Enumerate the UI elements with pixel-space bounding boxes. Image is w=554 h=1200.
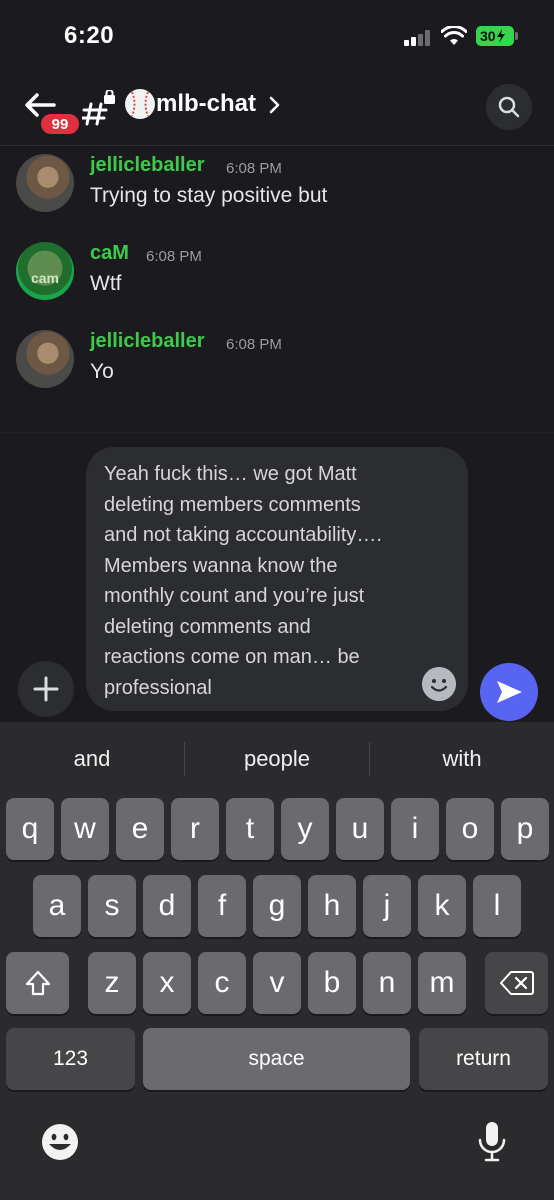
status-bar: 6:20 30: [0, 0, 554, 72]
cellular-signal-icon: [404, 30, 434, 46]
key-x[interactable]: x: [143, 952, 191, 1014]
message-input-line: monthly count and you’re just: [104, 585, 365, 607]
key-j[interactable]: j: [363, 875, 411, 937]
search-icon: [498, 96, 520, 118]
message-text: Wtf: [90, 272, 122, 295]
delete-key[interactable]: [485, 952, 548, 1014]
send-icon: [497, 681, 522, 703]
key-p[interactable]: p: [501, 798, 549, 860]
emoji-picker-icon[interactable]: [422, 667, 456, 701]
shift-key[interactable]: [6, 952, 69, 1014]
message-item[interactable]: jellicleballer 6:08 PM Trying to stay po…: [0, 146, 554, 234]
key-c[interactable]: c: [198, 952, 246, 1014]
message-input-line: reactions come on man… be: [104, 646, 360, 668]
message-timestamp: 6:08 PM: [146, 248, 202, 265]
key-y[interactable]: y: [281, 798, 329, 860]
message-author[interactable]: caM: [90, 242, 129, 265]
key-v[interactable]: v: [253, 952, 301, 1014]
suggestion-item[interactable]: and: [0, 722, 184, 796]
wifi-icon: [441, 26, 467, 45]
key-i[interactable]: i: [391, 798, 439, 860]
key-o[interactable]: o: [446, 798, 494, 860]
message-input-line: Members wanna know the: [104, 554, 338, 577]
avatar[interactable]: [16, 154, 74, 212]
message-author[interactable]: jellicleballer: [90, 330, 205, 353]
key-d[interactable]: d: [143, 875, 191, 937]
suggestion-item[interactable]: with: [370, 722, 554, 796]
shift-icon: [25, 970, 50, 996]
key-k[interactable]: k: [418, 875, 466, 937]
message-timestamp: 6:08 PM: [226, 160, 282, 177]
avatar[interactable]: cam: [16, 242, 74, 300]
key-h[interactable]: h: [308, 875, 356, 937]
message-input-line: deleting members comments: [104, 493, 361, 516]
suggestion-item[interactable]: people: [185, 722, 369, 796]
key-z[interactable]: z: [88, 952, 136, 1014]
key-s[interactable]: s: [88, 875, 136, 937]
emoji-keyboard-icon[interactable]: [40, 1122, 80, 1162]
numbers-key[interactable]: 123: [6, 1028, 135, 1090]
key-f[interactable]: f: [198, 875, 246, 937]
plus-icon: [33, 676, 59, 702]
unread-badge: 99: [38, 111, 82, 137]
key-l[interactable]: l: [473, 875, 521, 937]
channel-header: 99 mlb-chat: [0, 72, 554, 146]
message-author[interactable]: jellicleballer: [90, 154, 205, 177]
key-n[interactable]: n: [363, 952, 411, 1014]
avatar-label: cam: [30, 270, 60, 286]
backspace-icon: [499, 971, 534, 995]
charging-bolt-icon: [496, 29, 505, 43]
message-text: Yo: [90, 360, 114, 383]
channel-name[interactable]: mlb-chat: [156, 90, 256, 118]
message-input-line: Yeah fuck this… we got Matt: [104, 463, 357, 485]
avatar[interactable]: [16, 330, 74, 388]
message-item[interactable]: cam caM 6:08 PM Wtf: [0, 234, 554, 322]
key-u[interactable]: u: [336, 798, 384, 860]
microphone-icon[interactable]: [476, 1120, 508, 1164]
battery-nub: [515, 32, 518, 40]
key-g[interactable]: g: [253, 875, 301, 937]
search-button[interactable]: [486, 84, 532, 130]
message-input-line: deleting comments and: [104, 615, 311, 638]
key-a[interactable]: a: [33, 875, 81, 937]
predictive-bar: and people with: [0, 722, 554, 796]
send-button[interactable]: [480, 663, 538, 721]
key-r[interactable]: r: [171, 798, 219, 860]
space-key[interactable]: space: [143, 1028, 410, 1090]
message-input[interactable]: Yeah fuck this… we got Matt deleting mem…: [86, 447, 468, 711]
key-w[interactable]: w: [61, 798, 109, 860]
message-composer: Yeah fuck this… we got Matt deleting mem…: [0, 432, 554, 722]
key-m[interactable]: m: [418, 952, 466, 1014]
key-q[interactable]: q: [6, 798, 54, 860]
message-input-line: and not taking accountability….: [104, 524, 382, 546]
message-item[interactable]: jellicleballer 6:08 PM Yo: [0, 322, 554, 410]
status-time: 6:20: [64, 22, 115, 49]
return-key[interactable]: return: [419, 1028, 548, 1090]
battery-level: 30: [480, 28, 496, 44]
message-text: Trying to stay positive but: [90, 184, 328, 207]
baseball-emoji-icon: [125, 89, 155, 119]
chevron-right-icon[interactable]: [268, 96, 280, 114]
keyboard: and people with q w e r t y u i o p a s …: [0, 722, 554, 1200]
key-e[interactable]: e: [116, 798, 164, 860]
battery-icon: 30: [476, 26, 514, 46]
message-input-line: professional: [104, 676, 212, 699]
message-timestamp: 6:08 PM: [226, 336, 282, 353]
key-b[interactable]: b: [308, 952, 356, 1014]
key-t[interactable]: t: [226, 798, 274, 860]
locked-channel-icon: [82, 90, 115, 126]
message-list[interactable]: jellicleballer 6:08 PM Trying to stay po…: [0, 146, 554, 432]
add-attachment-button[interactable]: [18, 661, 74, 717]
